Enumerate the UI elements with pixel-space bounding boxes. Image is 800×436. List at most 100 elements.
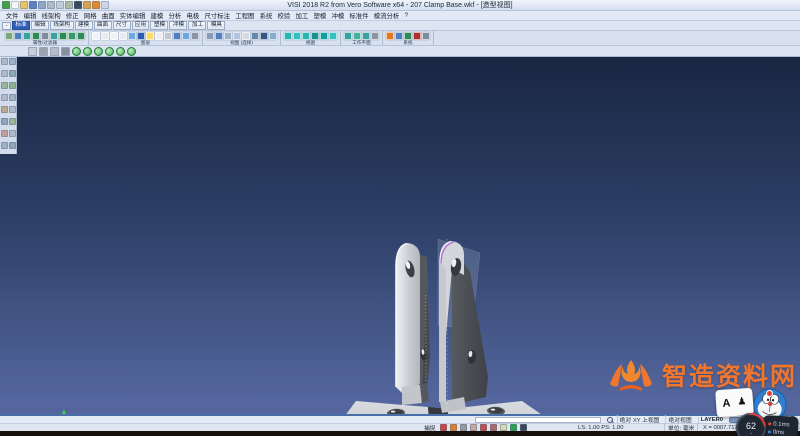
menu-item[interactable]: 分析	[166, 11, 184, 20]
layer-page-icon[interactable]	[110, 32, 118, 40]
top-view-icon[interactable]	[83, 47, 92, 56]
view-restore-icon[interactable]	[224, 32, 232, 40]
toolbar-tab[interactable]: 线架构	[50, 21, 74, 30]
zoom-all-icon[interactable]	[284, 32, 292, 40]
system-info-icon[interactable]	[395, 32, 403, 40]
iso-view-icon[interactable]	[72, 47, 81, 56]
workplane-icon[interactable]	[344, 32, 352, 40]
toolbar-tab[interactable]: 塑模	[150, 21, 168, 30]
toolbar-tab[interactable]: 尺寸	[113, 21, 131, 30]
3d-viewport[interactable]: 智造资料网 A ♟ 0.1ms 0ms 62	[0, 57, 800, 414]
layer-list-icon[interactable]	[182, 32, 190, 40]
system-settings-icon[interactable]	[386, 32, 394, 40]
menu-item[interactable]: 电极	[184, 11, 202, 20]
menu-item[interactable]: 文件	[3, 11, 21, 20]
zoom-window-icon[interactable]	[293, 32, 301, 40]
overflow-icon[interactable]	[101, 1, 109, 9]
print-icon[interactable]	[47, 1, 55, 9]
measure-tool-icon[interactable]	[1, 106, 8, 113]
copy-icon[interactable]	[56, 1, 64, 9]
view-light-icon[interactable]	[269, 32, 277, 40]
system-calc-icon[interactable]	[404, 32, 412, 40]
circle-tool-icon[interactable]	[1, 70, 8, 77]
clock-icon[interactable]	[510, 424, 517, 431]
menu-item[interactable]: 线架构	[39, 11, 63, 20]
view-save-icon[interactable]	[215, 32, 223, 40]
view-shade-icon[interactable]	[251, 32, 259, 40]
snap-grid-icon[interactable]	[440, 424, 447, 431]
shaded-view-icon[interactable]	[28, 47, 37, 56]
undo-icon[interactable]	[83, 1, 91, 9]
transport-icon[interactable]	[480, 424, 487, 431]
menu-item[interactable]: 工程图	[233, 11, 257, 20]
surface-tool-icon[interactable]	[9, 82, 16, 89]
feature-icon[interactable]	[490, 424, 497, 431]
toolbar-tab[interactable]: 加工	[188, 21, 206, 30]
toolbar-tab[interactable]: 应用	[132, 21, 150, 30]
zoom-in-icon[interactable]	[320, 32, 328, 40]
info-tool-icon[interactable]	[9, 130, 16, 137]
menu-item[interactable]: 冲模	[329, 11, 347, 20]
select-wire-icon[interactable]	[59, 32, 67, 40]
toolbar-tab[interactable]: 冲模	[169, 21, 187, 30]
note-icon[interactable]	[500, 424, 507, 431]
workplane-reset-icon[interactable]	[371, 32, 379, 40]
select-edge-icon[interactable]	[41, 32, 49, 40]
toolbar-tab[interactable]: 标准	[12, 21, 30, 30]
new-file-icon[interactable]	[11, 1, 19, 9]
menu-item[interactable]: 加工	[293, 11, 311, 20]
snap-tool-icon[interactable]	[1, 142, 8, 149]
layer-copy-icon[interactable]	[101, 32, 109, 40]
side-view-icon[interactable]	[105, 47, 114, 56]
layer-settings-icon[interactable]	[191, 32, 199, 40]
layer-new-icon[interactable]	[92, 32, 100, 40]
select-face-icon[interactable]	[32, 32, 40, 40]
layer-yellow-icon[interactable]	[146, 32, 154, 40]
back-view-icon[interactable]	[116, 47, 125, 56]
arc-tool-icon[interactable]	[9, 70, 16, 77]
menu-item[interactable]: 曲面	[99, 11, 117, 20]
front-view-icon[interactable]	[94, 47, 103, 56]
layer-gray-icon[interactable]	[164, 32, 172, 40]
toolbar-tab[interactable]: 编辑	[31, 21, 49, 30]
text-tool-icon[interactable]	[9, 106, 16, 113]
menu-item[interactable]: 校验	[275, 11, 293, 20]
menu-item[interactable]: 系统	[257, 11, 275, 20]
wireframe-view-icon[interactable]	[50, 47, 59, 56]
line-tool-icon[interactable]	[9, 58, 16, 65]
layer-white-icon[interactable]	[155, 32, 163, 40]
select-none-icon[interactable]	[77, 32, 85, 40]
menu-item[interactable]: 标准件	[347, 11, 371, 20]
search-icon[interactable]	[607, 417, 613, 423]
hidden-line-view-icon[interactable]	[61, 47, 70, 56]
snap-point-icon[interactable]	[450, 424, 457, 431]
shaded-edges-view-icon[interactable]	[39, 47, 48, 56]
open-folder-icon[interactable]	[20, 1, 28, 9]
attribute-icon[interactable]	[5, 32, 13, 40]
profile-icon[interactable]	[470, 424, 477, 431]
solid-tool-icon[interactable]	[1, 94, 8, 101]
system-tools-icon[interactable]	[422, 32, 430, 40]
save-icon[interactable]	[29, 1, 37, 9]
pan-icon[interactable]	[302, 32, 310, 40]
workplane-align-icon[interactable]	[362, 32, 370, 40]
layer-blue-icon[interactable]	[128, 32, 136, 40]
save-all-icon[interactable]	[38, 1, 46, 9]
layer-active-icon[interactable]	[137, 32, 145, 40]
select-all-icon[interactable]	[68, 32, 76, 40]
brush-icon[interactable]	[92, 1, 100, 9]
toolbar-tab[interactable]: 建模	[75, 21, 93, 30]
curve-tool-icon[interactable]	[1, 82, 8, 89]
mirror-tool-icon[interactable]	[9, 118, 16, 125]
filter-icon[interactable]	[14, 32, 22, 40]
edit-pencil-icon[interactable]	[460, 424, 467, 431]
system-stop-icon[interactable]	[413, 32, 421, 40]
toolbar-tab[interactable]: 模具	[207, 21, 225, 30]
visi-logo-icon[interactable]	[2, 1, 10, 9]
layer-page2-icon[interactable]	[119, 32, 127, 40]
delete-tool-icon[interactable]	[1, 130, 8, 137]
move-tool-icon[interactable]	[1, 118, 8, 125]
magnet-icon[interactable]	[23, 32, 31, 40]
rotate-view-icon[interactable]	[311, 32, 319, 40]
workplane-set-icon[interactable]	[353, 32, 361, 40]
